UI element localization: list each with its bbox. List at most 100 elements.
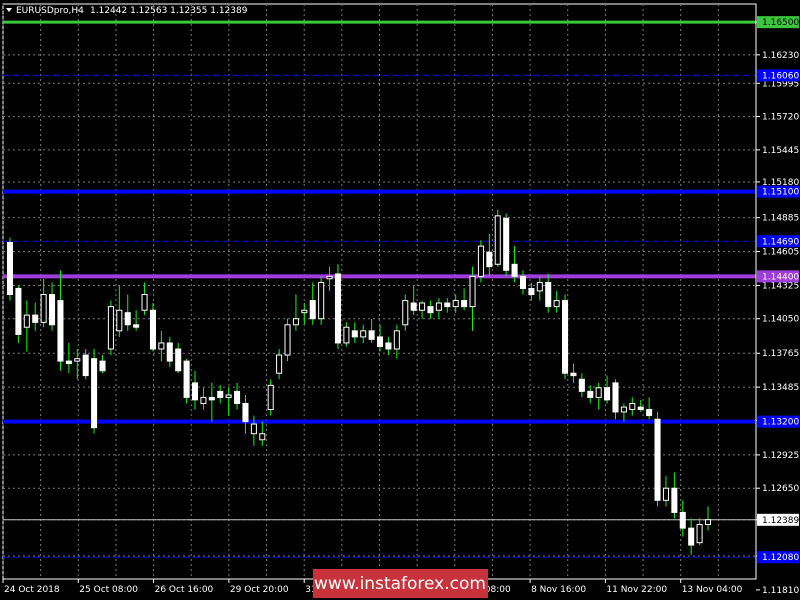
candle-body-bear [49, 294, 56, 326]
candle-body-bear [15, 287, 22, 335]
candle-body-bear [545, 281, 552, 308]
candle-body-bear [519, 275, 527, 289]
price-tick-label: 1.13765 [762, 349, 799, 359]
candle-body-bear [217, 390, 224, 398]
candle [318, 276, 325, 325]
candle [6, 237, 14, 301]
candle-body-bull [326, 275, 333, 280]
candle-body-bear [570, 372, 577, 377]
candle-body-bull [629, 402, 636, 411]
candle-body-bear [309, 300, 316, 320]
price-tick-label: 1.16230 [762, 51, 799, 61]
candle-body-bull [200, 396, 207, 404]
chart-background [0, 0, 800, 600]
candle-body-bull [696, 524, 703, 544]
candle-body-bull [318, 281, 325, 320]
candle-body-bull [435, 302, 442, 311]
candle-body-bull [620, 406, 627, 413]
candle-body-bear [511, 263, 518, 277]
candle-body-bear [368, 330, 375, 340]
price-tick-label: 1.11810 [762, 586, 799, 596]
level-label: 1.14400 [762, 272, 799, 282]
candle-body-bull [393, 330, 400, 350]
time-tick-label: 13 Nov 04:00 [682, 585, 743, 595]
candle-body-bear [688, 527, 695, 546]
candle-body-bull [704, 519, 712, 526]
candle-body-bull [116, 309, 123, 332]
price-tick-label: 1.12925 [762, 451, 799, 461]
candle-body-bull [225, 394, 232, 398]
time-tick-label: 26 Oct 16:00 [155, 585, 214, 595]
candle-body-bear [334, 273, 341, 344]
candle-body-bear [234, 390, 241, 404]
candle-body-bull [494, 215, 501, 265]
candle-body-bear [124, 312, 131, 326]
candle-body-bull [469, 275, 476, 308]
candle-body-bear [91, 358, 98, 429]
price-tick-label: 1.15720 [762, 113, 799, 123]
level-label: 1.13200 [762, 418, 799, 428]
candle-body-bear [604, 387, 611, 401]
time-tick-label: 29 Oct 20:00 [230, 585, 289, 595]
time-tick-label: 24 Oct 2018 [4, 585, 60, 595]
candle-body-bear [242, 402, 249, 423]
candle-body-bear [486, 251, 493, 268]
candle-body-bear [528, 287, 535, 296]
candle-body-bear [679, 511, 686, 529]
candle-body-bear [427, 306, 434, 314]
level-label: 1.15100 [762, 188, 799, 198]
price-tick-label: 1.14325 [762, 281, 799, 291]
candle-body-bear [587, 390, 594, 398]
candle-body-bull [292, 318, 299, 326]
candle-body-bear [377, 336, 384, 348]
candle-body-bull [402, 300, 409, 326]
candle-body-bear [149, 309, 156, 350]
candle-body-bear [133, 324, 140, 328]
candle [183, 358, 190, 404]
candle-body-bear [385, 342, 392, 350]
candle-body-bull [343, 326, 350, 344]
candle [149, 303, 156, 352]
candle-body-bear [461, 300, 468, 308]
candle-body-bear [654, 418, 661, 501]
candle-body-bear [503, 217, 510, 271]
candle-body-bull [662, 487, 669, 501]
candle-body-bear [82, 354, 89, 377]
candle-body-bear [32, 314, 39, 323]
candle [477, 240, 484, 283]
candle [107, 300, 114, 356]
candle [503, 213, 510, 277]
price-tick-label: 1.13485 [762, 383, 799, 393]
candle-body-bull [477, 245, 484, 277]
candle [494, 209, 501, 267]
candle-body-bear [646, 409, 653, 417]
candle [654, 411, 661, 507]
candle-body-bull [74, 358, 81, 362]
candle-body-bull [276, 354, 283, 374]
candle-body-bear [410, 302, 417, 311]
candle-body-bear [166, 342, 173, 362]
candle-body-bear [578, 378, 585, 392]
candle-body-bear [351, 330, 358, 338]
candle-body-bull [360, 330, 367, 338]
candle-body-bear [562, 300, 569, 374]
candle [91, 349, 98, 434]
candle-body-bear [671, 487, 678, 513]
candle-body-bull [250, 423, 257, 435]
candle-body-bear [612, 382, 619, 413]
candle [562, 294, 569, 380]
candle-body-bull [452, 300, 459, 308]
candle-body-bull [40, 294, 47, 323]
symbol-label: EURUSDpro,H4 [16, 6, 84, 16]
candle-body-bear [637, 406, 644, 411]
candle-body-bull [419, 302, 426, 311]
candle [15, 286, 22, 343]
price-tick-label: 1.12650 [762, 484, 799, 494]
candle-body-bull [259, 433, 266, 441]
time-tick-label: 8 Nov 16:00 [531, 585, 586, 595]
candle-body-bear [6, 241, 14, 296]
candle-body-bear [183, 360, 190, 398]
candle-body-bear [208, 396, 215, 401]
candle [284, 318, 291, 362]
watermark-text[interactable]: www.instaforex.com [314, 574, 486, 594]
